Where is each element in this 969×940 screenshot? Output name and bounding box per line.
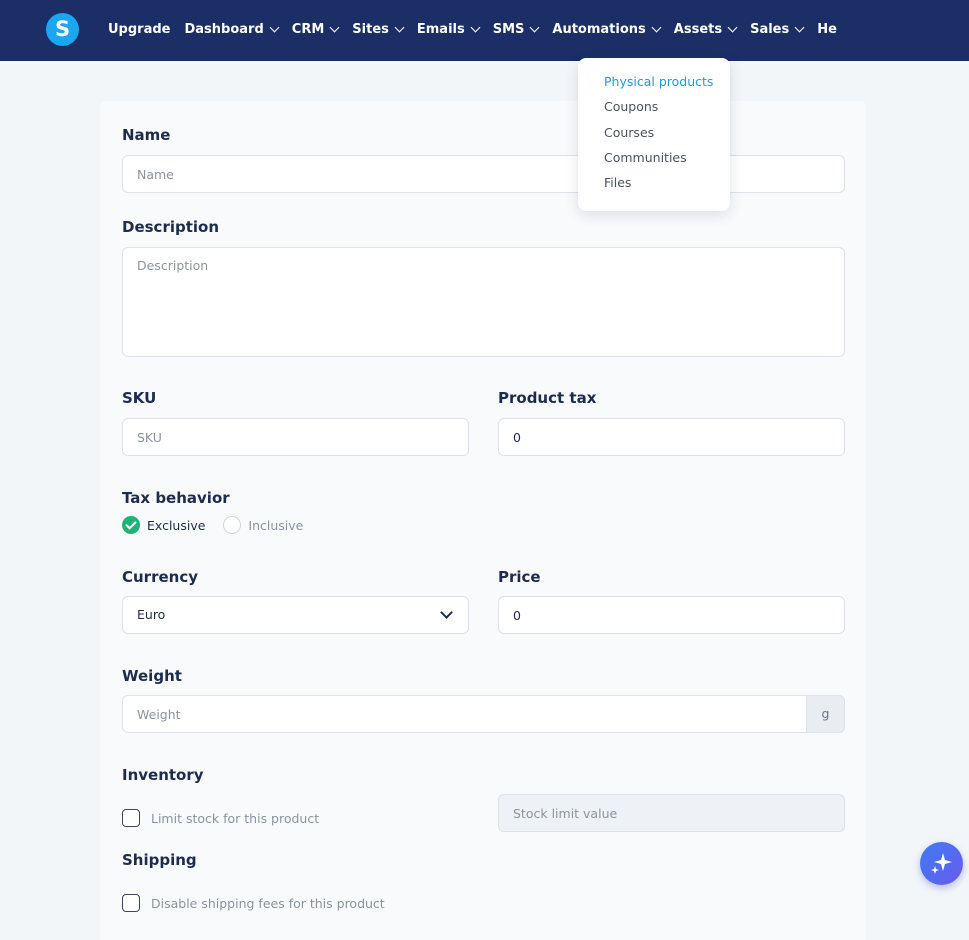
nav-upgrade-label: Upgrade bbox=[108, 21, 171, 37]
inclusive-radio-label[interactable]: Inclusive bbox=[248, 518, 303, 533]
chevron-down-icon bbox=[470, 22, 481, 32]
nav-emails[interactable]: Emails bbox=[416, 21, 481, 37]
nav-assets[interactable]: Assets bbox=[673, 21, 738, 37]
nav-sms-label: SMS bbox=[492, 21, 525, 37]
menu-item-communities[interactable]: Communities bbox=[578, 150, 730, 175]
nav-sites[interactable]: Sites bbox=[352, 21, 405, 37]
nav-help-label: He bbox=[817, 21, 837, 37]
nav-sales-label: Sales bbox=[750, 21, 790, 37]
menu-item-courses[interactable]: Courses bbox=[578, 125, 730, 150]
sku-label: SKU bbox=[122, 389, 157, 407]
nav-crm[interactable]: CRM bbox=[291, 21, 340, 37]
chevron-down-icon bbox=[440, 606, 453, 619]
limit-stock-row: Limit stock for this product bbox=[122, 809, 319, 827]
price-label: Price bbox=[498, 568, 541, 586]
disable-shipping-row: Disable shipping fees for this product bbox=[122, 894, 385, 912]
menu-item-coupons[interactable]: Coupons bbox=[578, 99, 730, 124]
price-input[interactable] bbox=[498, 596, 845, 634]
nav-crm-label: CRM bbox=[291, 21, 325, 37]
nav-sites-label: Sites bbox=[352, 21, 389, 37]
product-tax-label: Product tax bbox=[498, 389, 597, 407]
nav-automations[interactable]: Automations bbox=[552, 21, 662, 37]
name-input[interactable] bbox=[122, 155, 845, 193]
menu-item-physical-products[interactable]: Physical products bbox=[578, 74, 730, 99]
exclusive-radio-label[interactable]: Exclusive bbox=[147, 518, 205, 533]
currency-label: Currency bbox=[122, 568, 199, 586]
nav-upgrade[interactable]: Upgrade bbox=[108, 22, 170, 37]
nav-sms[interactable]: SMS bbox=[492, 21, 540, 37]
chevron-down-icon bbox=[651, 22, 662, 32]
main-nav: Upgrade Dashboard CRM Sites Emails SMS A… bbox=[108, 0, 851, 58]
chevron-down-icon bbox=[394, 22, 405, 32]
shipping-label: Shipping bbox=[122, 851, 197, 869]
chevron-down-icon bbox=[727, 22, 738, 32]
top-navbar: S Upgrade Dashboard CRM Sites Emails SMS… bbox=[0, 0, 969, 61]
limit-stock-label[interactable]: Limit stock for this product bbox=[151, 811, 319, 826]
disable-shipping-label[interactable]: Disable shipping fees for this product bbox=[151, 896, 385, 911]
inclusive-radio[interactable] bbox=[223, 516, 242, 534]
chevron-down-icon bbox=[269, 22, 280, 32]
nav-sales[interactable]: Sales bbox=[750, 21, 805, 37]
stock-limit-input[interactable] bbox=[498, 794, 845, 832]
weight-unit-addon: g bbox=[806, 695, 845, 733]
name-label: Name bbox=[122, 126, 171, 144]
menu-item-files[interactable]: Files bbox=[578, 175, 730, 200]
currency-select[interactable]: Euro bbox=[122, 596, 469, 634]
chevron-down-icon bbox=[794, 22, 805, 32]
nav-dashboard-label: Dashboard bbox=[184, 21, 264, 37]
nav-assets-label: Assets bbox=[673, 21, 723, 37]
sku-input[interactable] bbox=[122, 418, 469, 456]
sparkles-icon bbox=[931, 853, 952, 874]
tax-behavior-radio-group: Exclusive Inclusive bbox=[122, 516, 303, 534]
exclusive-radio[interactable] bbox=[122, 516, 140, 534]
limit-stock-checkbox[interactable] bbox=[122, 809, 140, 827]
chevron-down-icon bbox=[529, 22, 540, 32]
product-tax-input[interactable] bbox=[498, 418, 845, 456]
tax-behavior-label: Tax behavior bbox=[122, 489, 230, 507]
currency-selected-value: Euro bbox=[137, 607, 166, 622]
ai-assistant-button[interactable] bbox=[920, 842, 963, 885]
nav-emails-label: Emails bbox=[416, 21, 465, 37]
description-label: Description bbox=[122, 218, 220, 236]
nav-dashboard[interactable]: Dashboard bbox=[184, 21, 280, 37]
chevron-down-icon bbox=[329, 22, 340, 32]
assets-dropdown-menu: Physical products Coupons Courses Commun… bbox=[578, 58, 730, 211]
description-textarea[interactable] bbox=[122, 247, 845, 357]
weight-input-group: g bbox=[122, 695, 845, 733]
inventory-label: Inventory bbox=[122, 766, 204, 784]
disable-shipping-checkbox[interactable] bbox=[122, 894, 140, 912]
nav-automations-label: Automations bbox=[552, 21, 646, 37]
weight-input[interactable] bbox=[122, 695, 807, 733]
nav-help[interactable]: He bbox=[817, 22, 837, 37]
weight-label: Weight bbox=[122, 667, 182, 685]
brand-logo[interactable]: S bbox=[46, 13, 79, 46]
